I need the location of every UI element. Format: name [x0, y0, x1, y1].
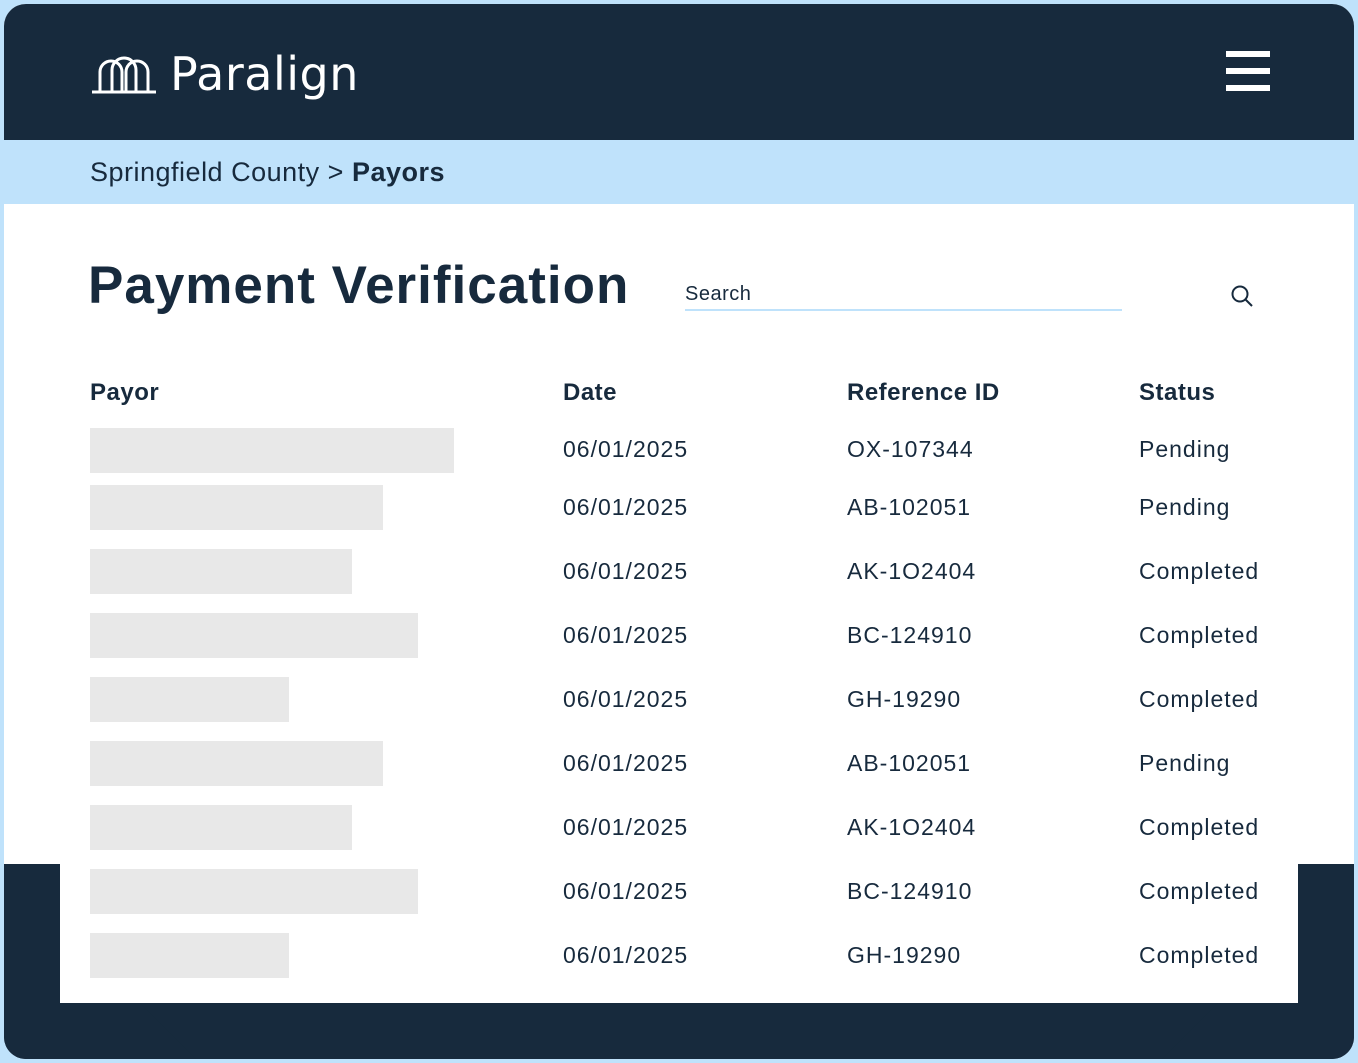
- date-cell: 06/01/2025: [563, 622, 689, 648]
- reference-id-cell: BC-124910: [847, 878, 973, 904]
- reference-id-cell: GH-19290: [847, 686, 962, 712]
- status-cell: Pending: [1139, 750, 1231, 776]
- date-cell: 06/01/2025: [563, 494, 689, 520]
- breadcrumb-bar: Springfield County > Payors: [4, 140, 1354, 204]
- date-cell: 06/01/2025: [563, 942, 689, 968]
- status-cell: Pending: [1139, 494, 1231, 520]
- app-window: Paralign Springfield County > Payors Pay…: [4, 4, 1354, 1059]
- top-navigation-bar: Paralign: [4, 4, 1354, 140]
- left-corner-wedge: [60, 864, 196, 1059]
- app-name: Paralign: [170, 47, 359, 101]
- right-corner-band: [1298, 864, 1354, 1059]
- bottom-band: [4, 1003, 1354, 1059]
- logo[interactable]: Paralign: [90, 47, 359, 101]
- status-cell: Completed: [1139, 814, 1260, 840]
- payor-placeholder: [90, 428, 454, 473]
- status-cell: Completed: [1139, 686, 1260, 712]
- date-cell: 06/01/2025: [563, 750, 689, 776]
- column-header-reference-id[interactable]: Reference ID: [847, 379, 1000, 407]
- payor-placeholder: [90, 549, 352, 594]
- reference-id-cell: OX-107344: [847, 436, 974, 462]
- reference-id-cell: AK-1O2404: [847, 814, 977, 840]
- breadcrumb-parent-link[interactable]: Springfield County: [90, 157, 320, 187]
- date-cell: 06/01/2025: [563, 686, 689, 712]
- status-cell: Pending: [1139, 436, 1231, 462]
- column-header-date[interactable]: Date: [563, 379, 617, 407]
- search-input[interactable]: [685, 279, 1122, 311]
- right-corner-wedge: [1162, 864, 1298, 1059]
- hamburger-menu-icon[interactable]: [1226, 51, 1270, 91]
- column-header-status[interactable]: Status: [1139, 379, 1215, 407]
- payor-placeholder: [90, 485, 383, 530]
- reference-id-cell: AK-1O2404: [847, 558, 977, 584]
- arch-logo-icon: [92, 56, 156, 94]
- left-corner-band: [4, 864, 60, 1059]
- status-cell: Completed: [1139, 622, 1260, 648]
- reference-id-cell: AB-102051: [847, 494, 972, 520]
- payor-placeholder: [90, 805, 352, 850]
- payor-placeholder: [90, 741, 383, 786]
- search-icon[interactable]: [1230, 284, 1254, 308]
- date-cell: 06/01/2025: [563, 558, 689, 584]
- reference-id-cell: AB-102051: [847, 750, 972, 776]
- page-title: Payment Verification: [88, 256, 630, 315]
- status-cell: Completed: [1139, 558, 1260, 584]
- date-cell: 06/01/2025: [563, 814, 689, 840]
- payor-placeholder: [90, 613, 418, 658]
- column-header-payor[interactable]: Payor: [90, 379, 159, 407]
- breadcrumb: Springfield County > Payors: [90, 157, 445, 188]
- date-cell: 06/01/2025: [563, 878, 689, 904]
- payor-placeholder: [90, 677, 289, 722]
- breadcrumb-current: Payors: [351, 156, 446, 187]
- date-cell: 06/01/2025: [563, 436, 689, 462]
- reference-id-cell: BC-124910: [847, 622, 973, 648]
- reference-id-cell: GH-19290: [847, 942, 962, 968]
- breadcrumb-separator: >: [327, 156, 344, 187]
